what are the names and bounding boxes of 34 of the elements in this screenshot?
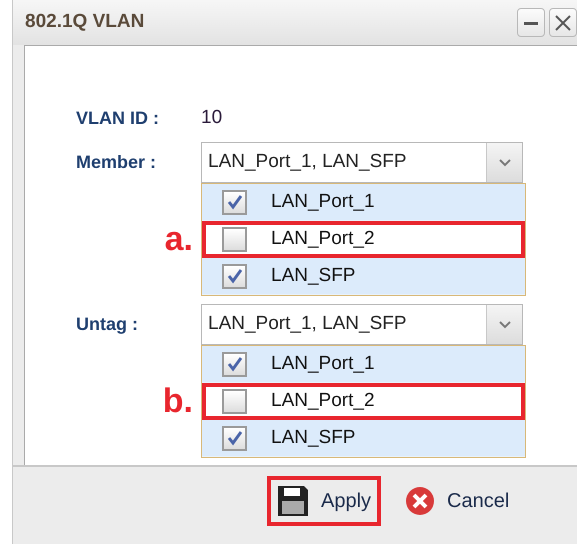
- check-icon: [226, 356, 242, 372]
- annotation-label: a.: [164, 222, 194, 256]
- cancel-icon: [405, 486, 436, 516]
- option-item[interactable]: LAN_SFP: [202, 258, 525, 295]
- check-icon: [226, 430, 242, 446]
- option-item[interactable]: LAN_Port_2: [202, 221, 525, 258]
- option-item[interactable]: LAN_Port_2: [202, 383, 525, 420]
- vlan-id-value: 10: [201, 106, 222, 130]
- checkbox[interactable]: [222, 352, 247, 376]
- close-button[interactable]: [549, 8, 577, 37]
- checkbox[interactable]: [222, 264, 247, 288]
- option-item[interactable]: LAN_SFP: [202, 420, 525, 457]
- chevron-down-icon: [498, 158, 510, 166]
- check-icon: [226, 268, 242, 284]
- option-item[interactable]: LAN_Port_1: [202, 346, 525, 383]
- window-title: 802.1Q VLAN: [25, 10, 144, 34]
- annotation-label: b.: [162, 384, 194, 418]
- checkbox[interactable]: [222, 226, 247, 252]
- close-icon: [555, 14, 571, 30]
- chevron-down-icon: [498, 320, 510, 328]
- field-label: Untag :: [75, 313, 139, 336]
- check-icon: [226, 194, 242, 210]
- checkbox[interactable]: [222, 388, 247, 414]
- option-item[interactable]: LAN_Port_1: [202, 184, 525, 221]
- field-label: Member :: [75, 151, 158, 174]
- minimize-icon: [524, 20, 538, 24]
- apply-button[interactable]: Apply: [267, 476, 382, 526]
- multiselect-dropdown[interactable]: LAN_Port_1, LAN_SFP: [201, 142, 523, 183]
- checkbox[interactable]: [222, 426, 247, 450]
- field-label: VLAN ID :: [75, 106, 160, 130]
- checkbox[interactable]: [222, 190, 247, 214]
- cancel-button[interactable]: Cancel: [395, 476, 520, 526]
- minimize-button[interactable]: [517, 8, 545, 37]
- multiselect-dropdown[interactable]: LAN_Port_1, LAN_SFP: [201, 304, 523, 345]
